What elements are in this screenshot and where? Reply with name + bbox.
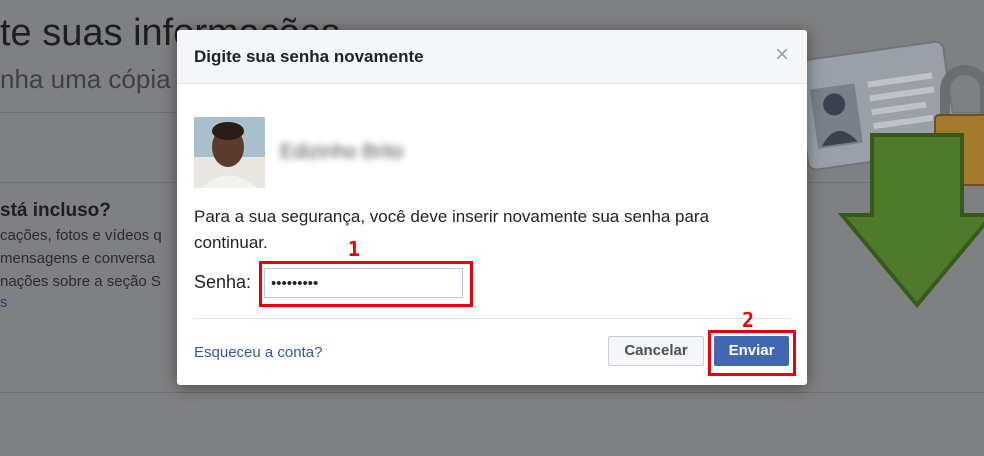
download-illustration-icon [793, 40, 984, 309]
dialog-footer-divider [194, 318, 790, 319]
cancel-button[interactable]: Cancelar [608, 336, 704, 366]
close-icon[interactable]: × [771, 43, 793, 67]
background-link: s [0, 294, 8, 311]
dialog-header: Digite sua senha novamente × [177, 30, 807, 84]
forgot-account-link[interactable]: Esqueceu a conta? [194, 344, 322, 361]
password-label: Senha: [194, 272, 252, 292]
dialog-title: Digite sua senha novamente [194, 47, 424, 66]
security-message: Para a sua segurança, você deve inserir … [194, 207, 710, 252]
password-input[interactable] [264, 268, 463, 298]
reenter-password-dialog: Digite sua senha novamente × Edizinho Br… [177, 30, 807, 385]
background-divider [0, 392, 984, 393]
annotation-number-1: 1 [348, 237, 361, 261]
background-section-heading: stá incluso? [0, 200, 111, 221]
background-subtitle: nha uma cópia [0, 64, 171, 94]
background-line: mensagens e conversa [0, 250, 156, 267]
user-name: Edizinho Brito [280, 141, 404, 163]
background-line: nações sobre a seção S [0, 273, 161, 290]
annotation-number-2: 2 [742, 308, 755, 332]
send-button[interactable]: Enviar [714, 336, 789, 366]
avatar [194, 117, 265, 188]
background-line: cações, fotos e vídeos q [0, 227, 162, 244]
